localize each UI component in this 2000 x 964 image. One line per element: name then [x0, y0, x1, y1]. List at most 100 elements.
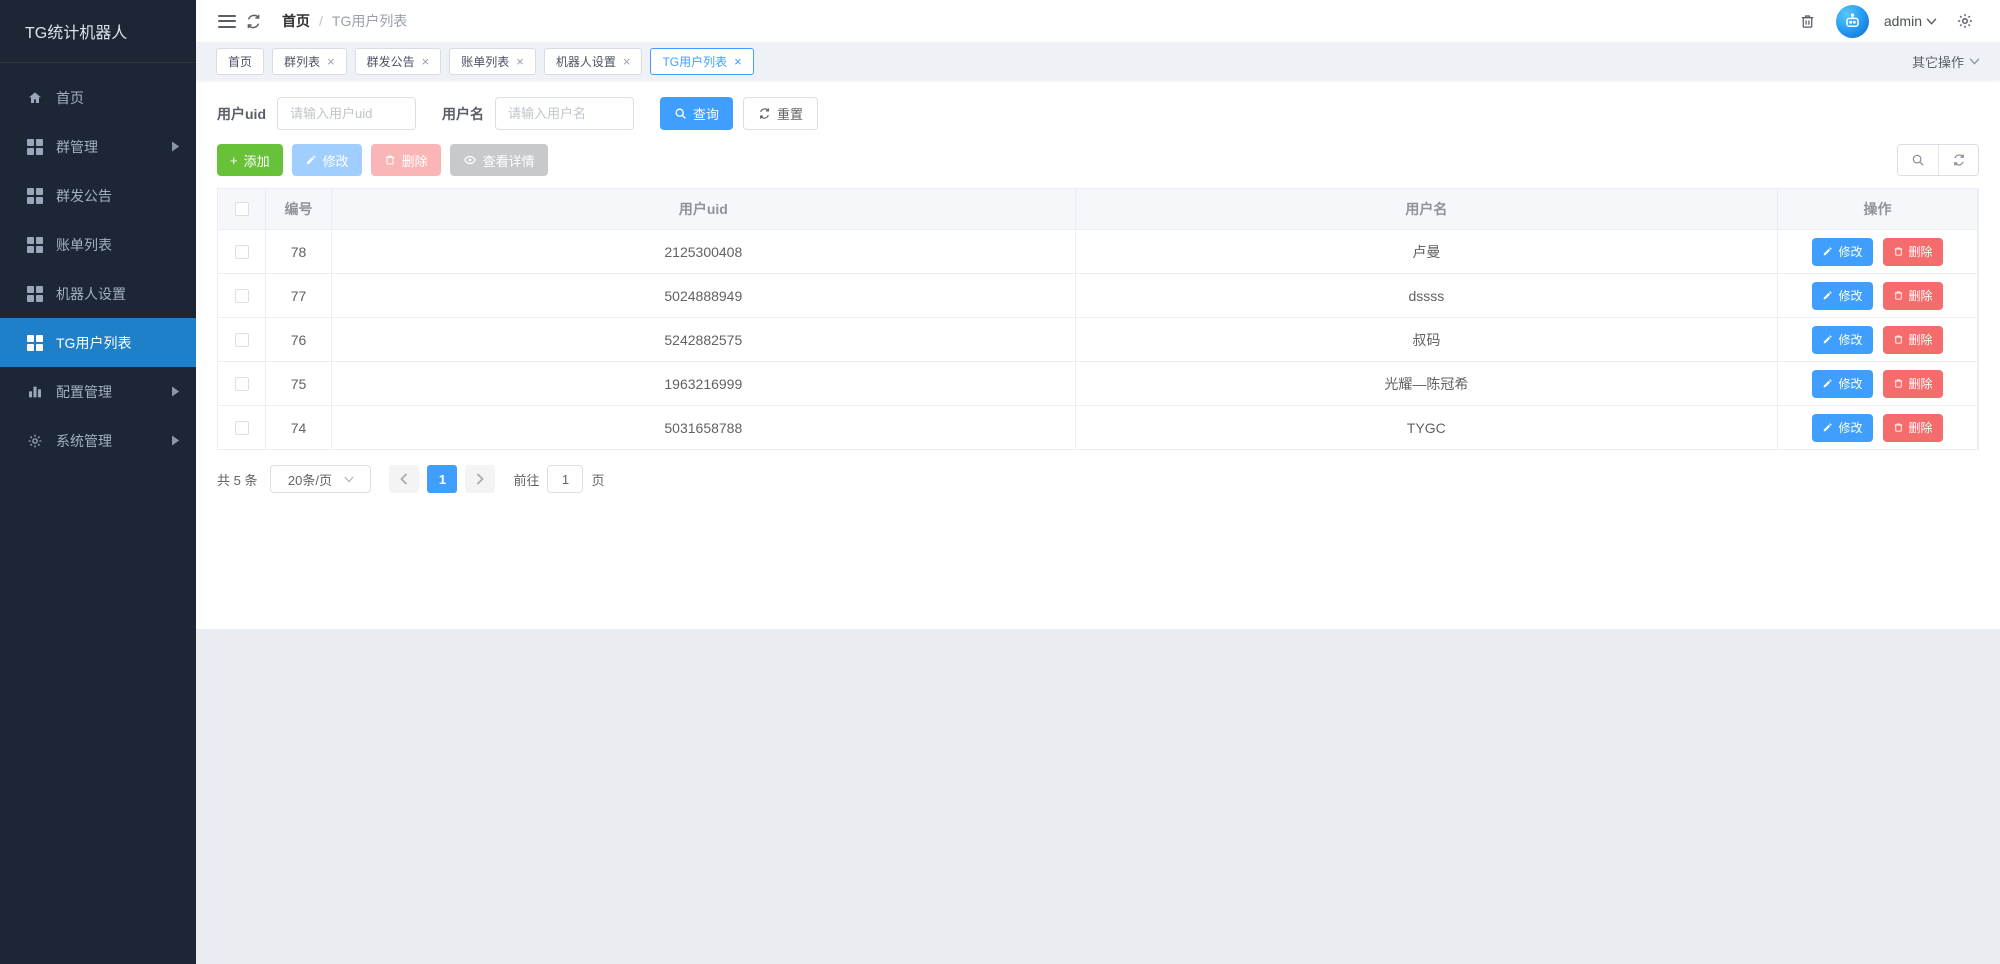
grid-icon	[26, 285, 43, 302]
tab-label: 机器人设置	[556, 53, 616, 70]
breadcrumb-home[interactable]: 首页	[282, 11, 310, 31]
hamburger-menu-icon[interactable]	[214, 8, 240, 34]
sidebar-item-label: 机器人设置	[56, 284, 126, 304]
row-checkbox[interactable]	[235, 377, 249, 391]
row-edit-button[interactable]: 修改	[1812, 414, 1872, 442]
tab-group-list[interactable]: 群列表 ×	[272, 48, 347, 75]
grid-icon	[26, 236, 43, 253]
sidebar-item-label: 群发公告	[56, 186, 112, 206]
sidebar-item-broadcast[interactable]: 群发公告	[0, 171, 196, 220]
refresh-icon[interactable]	[240, 8, 266, 34]
row-delete-button[interactable]: 删除	[1883, 326, 1943, 354]
select-all-checkbox[interactable]	[235, 202, 249, 216]
add-button[interactable]: + 添加	[217, 144, 283, 176]
row-checkbox[interactable]	[235, 333, 249, 347]
tab-tg-user-list[interactable]: TG用户列表 ×	[650, 48, 753, 75]
toolbar: + 添加 修改 删除 查看详情	[217, 144, 1979, 176]
caret-right-icon	[171, 386, 180, 397]
grid-icon	[26, 334, 43, 351]
row-edit-button[interactable]: 修改	[1812, 238, 1872, 266]
edit-button-disabled[interactable]: 修改	[292, 144, 362, 176]
close-icon[interactable]: ×	[327, 55, 335, 68]
trash-icon	[1893, 334, 1904, 345]
pen-icon	[1822, 334, 1833, 345]
search-button[interactable]: 查询	[660, 97, 733, 130]
row-checkbox[interactable]	[235, 245, 249, 259]
view-detail-button-disabled[interactable]: 查看详情	[450, 144, 548, 176]
prev-page-button[interactable]	[389, 465, 419, 493]
row-edit-label: 修改	[1838, 287, 1862, 304]
avatar[interactable]	[1836, 5, 1869, 38]
goto-page-input[interactable]	[547, 465, 583, 493]
page-number-button[interactable]: 1	[427, 465, 457, 493]
sidebar-item-group-mgmt[interactable]: 群管理	[0, 122, 196, 171]
cell-uid: 1963216999	[332, 362, 1076, 405]
tab-robot-settings[interactable]: 机器人设置 ×	[544, 48, 643, 75]
edit-button-label: 修改	[323, 151, 349, 170]
cell-uid: 5242882575	[332, 318, 1076, 361]
row-delete-button[interactable]: 删除	[1883, 238, 1943, 266]
row-edit-button[interactable]: 修改	[1812, 282, 1872, 310]
column-header-ops: 操作	[1778, 189, 1978, 229]
sidebar-item-robot-settings[interactable]: 机器人设置	[0, 269, 196, 318]
pagination: 共 5 条 20条/页 1 前往 页	[217, 465, 1979, 493]
cell-id: 76	[266, 318, 332, 361]
eye-icon	[463, 153, 477, 167]
breadcrumb: 首页 / TG用户列表	[282, 11, 407, 31]
chevron-left-icon	[400, 473, 408, 485]
cell-uid: 5024888949	[332, 274, 1076, 317]
app-title: TG统计机器人	[0, 0, 196, 63]
goto-page: 前往 页	[513, 465, 604, 493]
user-dropdown[interactable]: admin	[1884, 13, 1937, 29]
home-icon	[26, 89, 43, 106]
search-icon	[674, 107, 687, 120]
topbar-right: admin	[1795, 5, 1978, 38]
chevron-right-icon	[476, 473, 484, 485]
column-header-uid: 用户uid	[332, 189, 1076, 229]
row-delete-button[interactable]: 删除	[1883, 282, 1943, 310]
name-input[interactable]	[495, 97, 634, 130]
close-icon[interactable]: ×	[422, 55, 430, 68]
caret-right-icon	[171, 141, 180, 152]
cell-id: 75	[266, 362, 332, 405]
reset-refresh-icon	[758, 107, 771, 120]
goto-unit-label: 页	[591, 470, 604, 489]
row-delete-button[interactable]: 删除	[1883, 414, 1943, 442]
next-page-button[interactable]	[465, 465, 495, 493]
table-refresh-icon[interactable]	[1938, 145, 1978, 175]
more-actions-label: 其它操作	[1912, 52, 1964, 71]
sidebar-item-home[interactable]: 首页	[0, 73, 196, 122]
row-checkbox[interactable]	[235, 421, 249, 435]
sidebar-item-config-mgmt[interactable]: 配置管理	[0, 367, 196, 416]
row-edit-button[interactable]: 修改	[1812, 326, 1872, 354]
close-icon[interactable]: ×	[623, 55, 631, 68]
user-table: 编号 用户uid 用户名 操作 78 2125300408 卢曼 修改 删除 7…	[217, 188, 1979, 450]
page-size-select[interactable]: 20条/页	[270, 465, 371, 493]
close-icon[interactable]: ×	[734, 55, 742, 68]
sidebar-item-system-mgmt[interactable]: 系统管理	[0, 416, 196, 465]
uid-input[interactable]	[277, 97, 416, 130]
table-search-toggle-icon[interactable]	[1898, 145, 1938, 175]
view-detail-button-label: 查看详情	[483, 151, 535, 170]
sidebar-item-tg-user-list[interactable]: TG用户列表	[0, 318, 196, 367]
pen-icon	[305, 154, 317, 166]
trash-icon	[1893, 378, 1904, 389]
delete-button-disabled[interactable]: 删除	[371, 144, 441, 176]
row-edit-label: 修改	[1838, 375, 1862, 392]
row-delete-button[interactable]: 删除	[1883, 370, 1943, 398]
close-icon[interactable]: ×	[516, 55, 524, 68]
row-checkbox[interactable]	[235, 289, 249, 303]
settings-gear-icon[interactable]	[1952, 8, 1978, 34]
reset-button[interactable]: 重置	[743, 97, 818, 130]
cell-name: 光耀—陈冠希	[1076, 362, 1778, 405]
sidebar-item-bill-list[interactable]: 账单列表	[0, 220, 196, 269]
column-header-id: 编号	[266, 189, 332, 229]
more-actions-dropdown[interactable]: 其它操作	[1912, 52, 1980, 71]
cell-name: TYGC	[1076, 406, 1778, 449]
tab-home[interactable]: 首页	[216, 48, 264, 75]
page-size-value: 20条/页	[288, 470, 332, 489]
trash-icon[interactable]	[1795, 8, 1821, 34]
tab-bill-list[interactable]: 账单列表 ×	[449, 48, 536, 75]
tab-broadcast[interactable]: 群发公告 ×	[355, 48, 442, 75]
row-edit-button[interactable]: 修改	[1812, 370, 1872, 398]
